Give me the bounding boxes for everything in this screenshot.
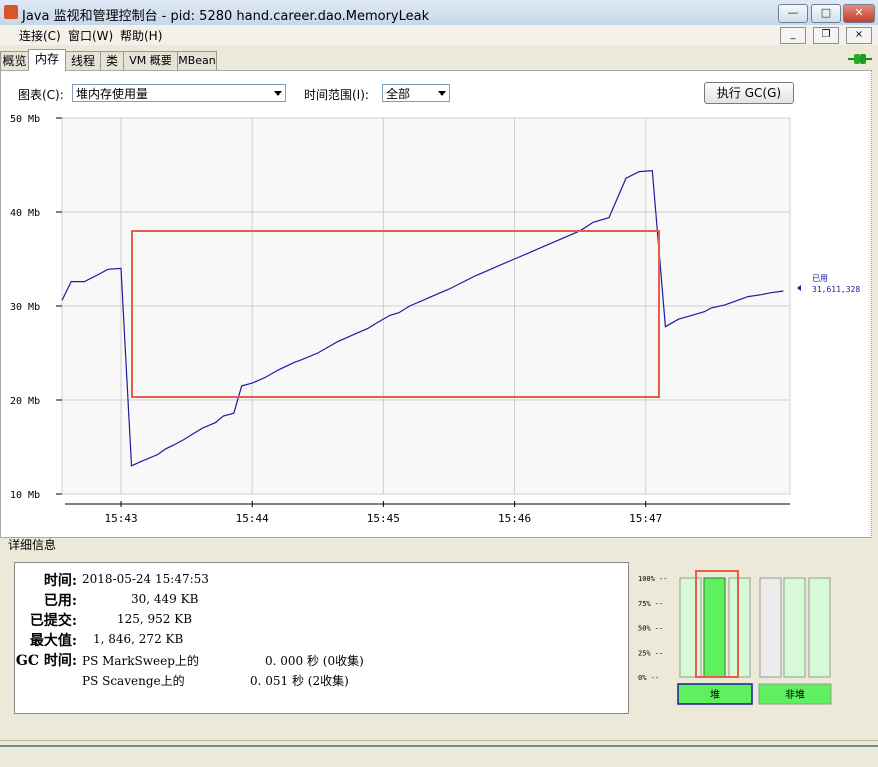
java-app-icon [4,5,18,19]
x-tick-label: 15:44 [236,512,269,525]
memory-pool-bar[interactable] [728,577,751,678]
details-box: 时间: 2018-05-24 15:47:53 已用: 30, 449 KB 已… [14,562,629,714]
memory-pool-bar-fill [703,577,726,678]
mdi-close-button[interactable]: × [846,27,872,44]
pool-scale-label: 75% -- [638,600,663,608]
chevron-down-icon [274,91,282,96]
menu-help[interactable]: 帮助(H) [120,27,162,44]
annotation-arrow-icon [797,284,801,291]
perform-gc-button[interactable]: 执行 GC(G) [704,82,794,104]
tab-classes[interactable]: 类 [100,51,124,70]
gc-collector-name: PS Scavenge上的 [82,674,185,688]
memory-pool-bar[interactable] [679,577,702,678]
heap-pool-label: 堆 [710,689,720,701]
time-range-label: 时间范围(I): [304,88,369,102]
pool-scale-label: 25% -- [638,649,663,657]
x-axis: 15:43 15:44 15:45 15:46 15:47 [65,501,790,525]
gc-collector-name: PS MarkSweep上的 [82,654,199,668]
annotation-value: 31,611,328 [812,285,860,294]
chevron-down-icon [438,91,446,96]
status-divider [0,745,878,747]
heap-usage-chart: 50 Mb40 Mb30 Mb20 Mb10 Mb 15:43 15:44 15:4… [10,114,860,525]
detail-key-committed: 已提交: [29,613,77,629]
gc-collector-time: 0. 051 秒 (2收集) [250,674,349,688]
x-tick-label: 15:45 [367,512,400,525]
time-range-value: 全部 [386,87,411,101]
pool-scale-label: 50% -- [638,625,663,633]
memory-pools-chart: 100% -- 75% -- 50% -- 25% -- 0% -- 堆 非堆 [638,570,832,705]
detail-key-time: 时间: [43,573,77,589]
details-header: 详细信息 [8,538,57,552]
mdi-minimize-button[interactable]: _ [780,27,806,44]
gc-collector-time: 0. 000 秒 (0收集) [265,654,364,668]
x-tick-label: 15:47 [629,512,662,525]
tab-vm-summary[interactable]: VM 概要 [123,51,178,70]
memory-pool-bar[interactable] [783,577,806,678]
used-memory-annotation: 已用 31,611,328 [797,274,860,294]
nonheap-pool-label: 非堆 [785,689,805,701]
menu-connection[interactable]: 连接(C) [19,27,61,44]
pool-bars [679,577,831,678]
title-bar: Java 监视和管理控制台 - pid: 5280 hand.career.da… [0,0,878,26]
y-tick-label: 30 Mb [10,302,40,313]
chart-selector-value: 堆内存使用量 [76,87,149,101]
tab-memory[interactable]: 内存 [28,49,66,71]
menu-window[interactable]: 窗口(W) [68,27,113,44]
y-tick-label: 20 Mb [10,396,40,407]
window-maximize-button[interactable]: □ [811,4,841,23]
pool-scale-label: 0% -- [638,674,659,682]
detail-key-gc-time: GC 时间: [15,653,77,669]
detail-value-committed: 125, 952 KB [117,612,193,626]
x-tick-label: 15:43 [104,512,137,525]
mdi-restore-button[interactable]: ❐ [813,27,839,44]
y-tick-label: 10 Mb [10,490,40,501]
memory-pool-bar[interactable] [808,577,831,678]
connection-status-icon [848,54,872,64]
y-tick-label: 50 Mb [10,114,40,125]
detail-key-used: 已用: [43,593,77,609]
time-range-dropdown[interactable]: 全部 [382,84,450,102]
window-title: Java 监视和管理控制台 - pid: 5280 hand.career.da… [22,9,430,24]
chart-selector-label: 图表(C): [18,88,64,102]
y-tick-label: 40 Mb [10,208,40,219]
window-minimize-button[interactable]: — [778,4,808,23]
window-close-button[interactable]: ✕ [843,4,875,23]
menu-bar: 连接(C) 窗口(W) 帮助(H) [0,25,878,45]
annotation-label: 已用 [812,274,828,283]
y-axis: 50 Mb 40 Mb 30 Mb 20 Mb 10 Mb [10,114,62,501]
pool-scale-label: 100% -- [638,575,668,583]
tab-overview[interactable]: 概览 [0,51,29,70]
memory-pool-bar[interactable] [759,577,782,678]
detail-value-max: 1, 846, 272 KB [93,632,184,646]
detail-key-max: 最大值: [29,633,77,649]
pool-scale: 100% -- 75% -- 50% -- 25% -- 0% -- [638,575,668,682]
detail-value-used: 30, 449 KB [131,592,199,606]
chart-selector-dropdown[interactable]: 堆内存使用量 [72,84,286,102]
detail-value-time: 2018-05-24 15:47:53 [82,572,209,586]
tab-mbeans[interactable]: MBean [177,51,217,70]
tab-threads[interactable]: 线程 [65,51,101,70]
x-tick-label: 15:46 [498,512,531,525]
